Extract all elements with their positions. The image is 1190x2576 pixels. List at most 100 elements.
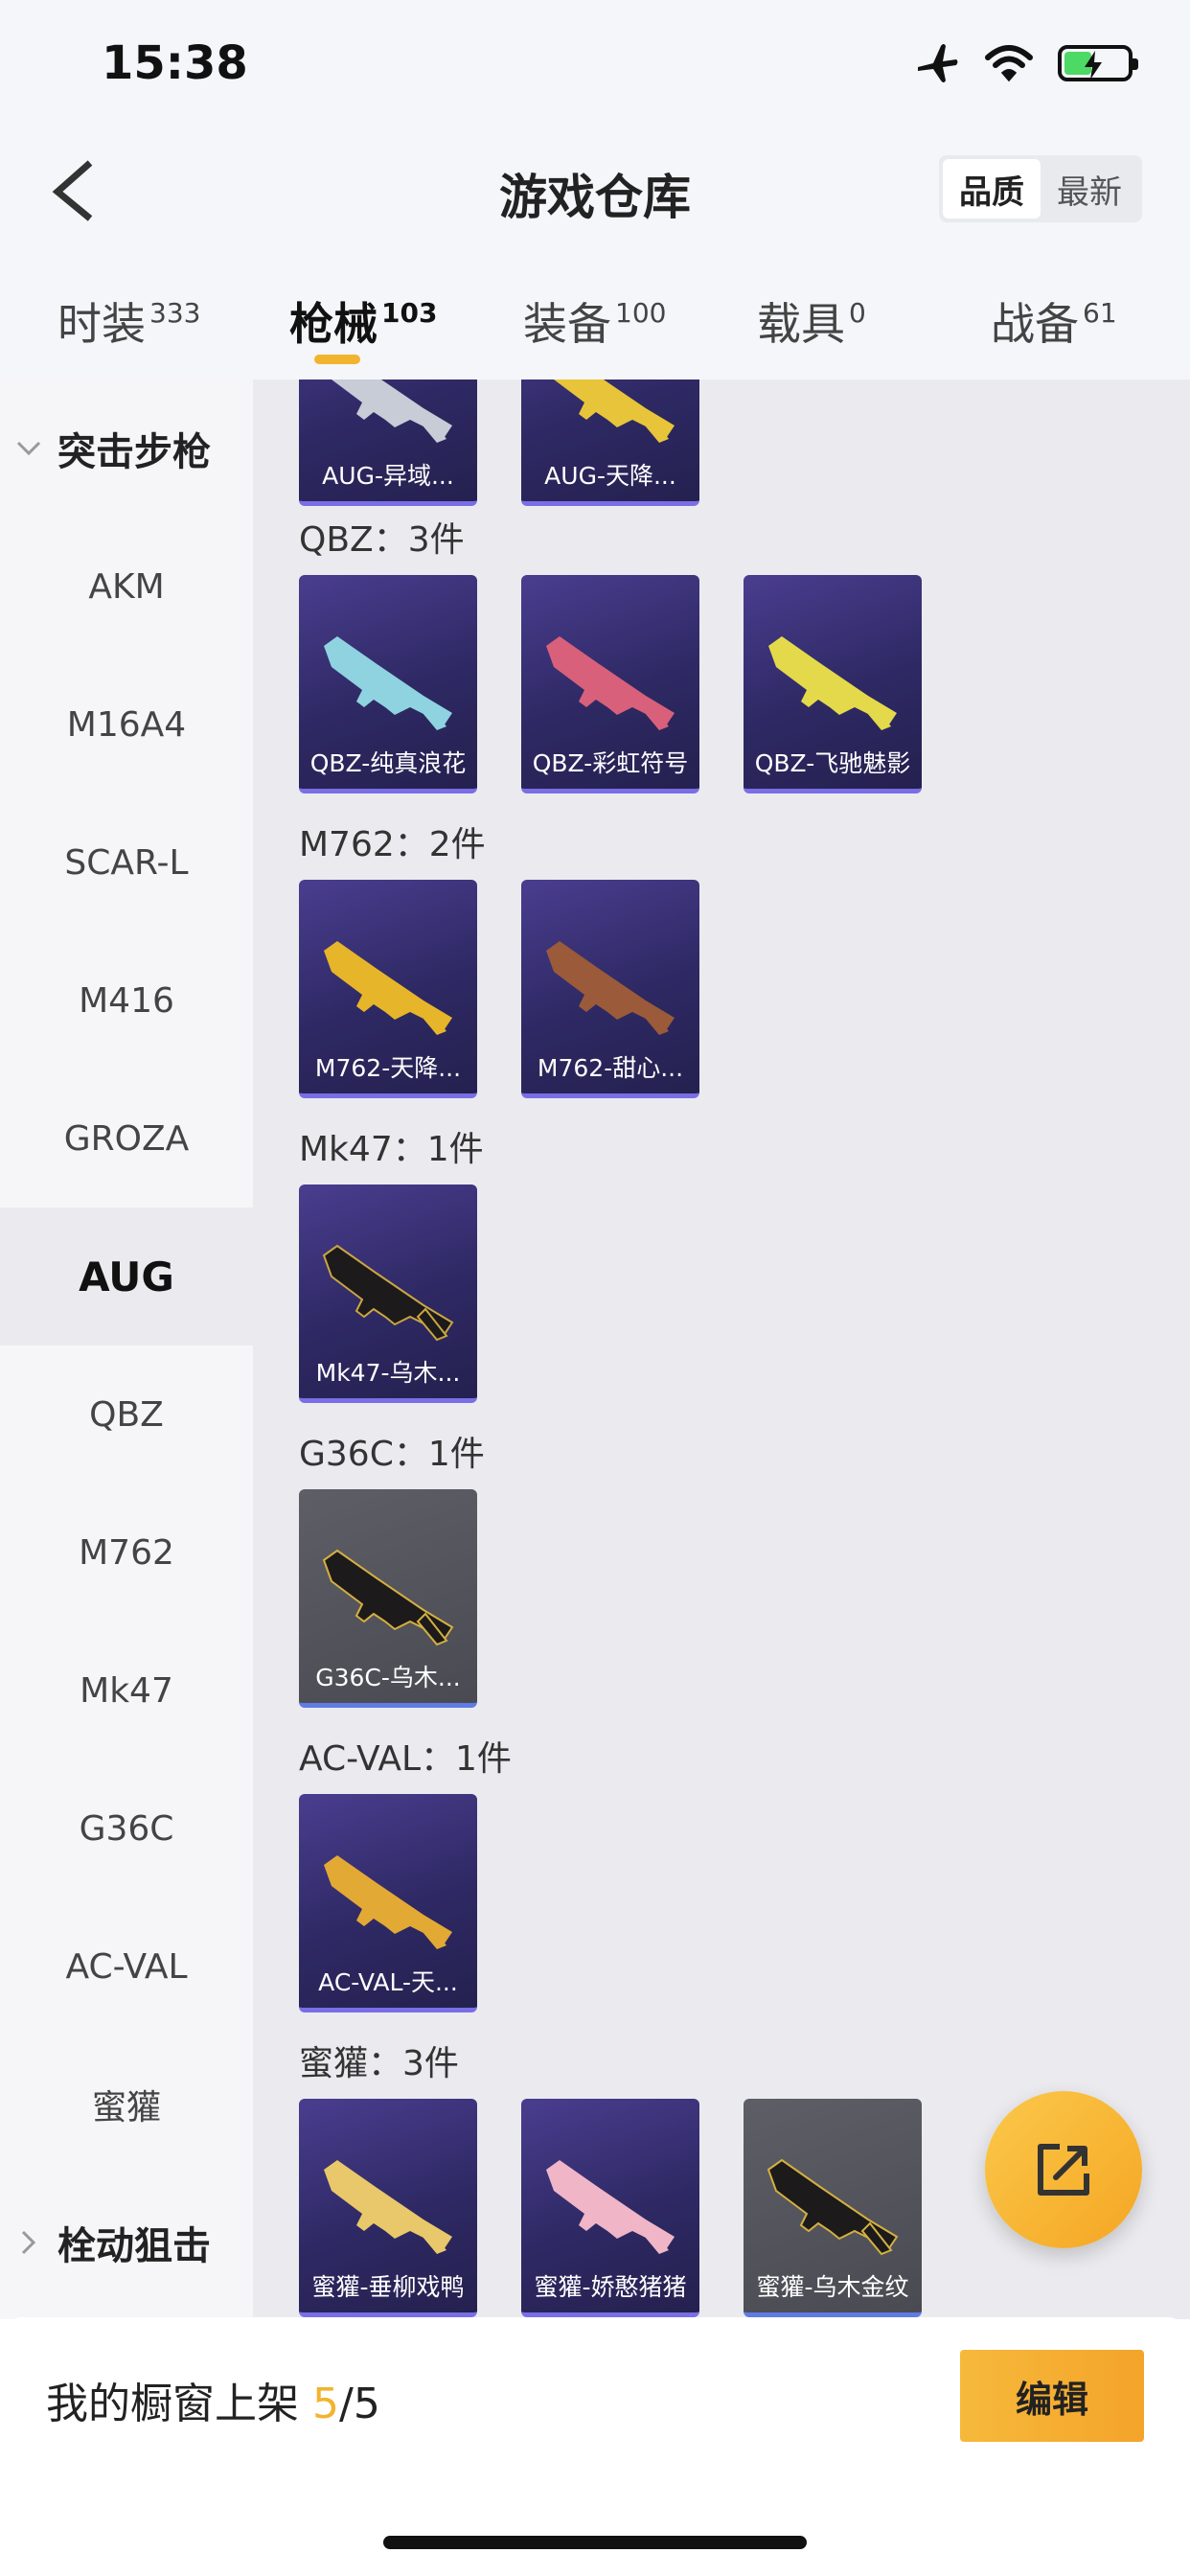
sort-newest-button[interactable]: 最新 — [1041, 159, 1138, 218]
chevron-right-icon — [0, 2230, 57, 2255]
sidebar-item-mk47[interactable]: Mk47 — [0, 1622, 253, 1760]
share-button[interactable] — [985, 2091, 1142, 2248]
back-button[interactable] — [48, 157, 105, 224]
sidebar-item-groza[interactable]: GROZA — [0, 1070, 253, 1208]
tab-label: 时装 — [57, 298, 146, 350]
weapon-card-label: M762-甜心... — [537, 1054, 684, 1082]
edit-button[interactable]: 编辑 — [960, 2350, 1144, 2442]
tab-label: 枪械 — [289, 298, 378, 350]
group-title-m762: M762：2件 — [299, 825, 486, 864]
weapon-card[interactable]: AUG-异域... — [299, 380, 477, 506]
sidebar-category-bolt-action[interactable]: 栓动狙击 — [0, 2174, 253, 2312]
wifi-icon — [985, 45, 1033, 82]
rifle-icon — [546, 380, 675, 443]
nav-header: 游戏仓库 品质 最新 — [0, 125, 1190, 259]
shelf-total: /5 — [339, 2380, 380, 2428]
group-title-honey-badger: 蜜獾：3件 — [299, 2044, 459, 2083]
sidebar-item-scar-l[interactable]: SCAR-L — [0, 794, 253, 932]
rifle-icon — [323, 1245, 453, 1341]
sidebar-item-aug[interactable]: AUG — [0, 1208, 253, 1346]
status-bar: 15:38 — [0, 0, 1190, 125]
weapon-card-label: Mk47-乌木... — [315, 1359, 461, 1387]
weapon-card[interactable]: G36C-乌木... — [299, 1489, 477, 1708]
tab-weapons[interactable]: 枪械 103 — [289, 289, 437, 353]
weapon-card-label: G36C-乌木... — [315, 1664, 461, 1691]
battery-icon — [1058, 45, 1138, 81]
rifle-icon — [324, 1855, 452, 1949]
tab-supplies[interactable]: 战备 61 — [991, 289, 1117, 353]
tab-count: 103 — [381, 297, 438, 329]
sidebar-category-assault-rifle[interactable]: 突击步枪 — [0, 380, 253, 518]
tab-label: 载具 — [757, 298, 845, 350]
chevron-down-icon — [0, 441, 57, 456]
status-icons — [914, 42, 1138, 84]
weapon-card-label: QBZ-彩虹符号 — [532, 749, 689, 777]
rifle-icon — [324, 941, 452, 1035]
sidebar-item-qbz[interactable]: QBZ — [0, 1346, 253, 1484]
rifle-icon — [546, 636, 675, 730]
weapon-card[interactable]: QBZ-纯真浪花 — [299, 575, 477, 794]
sidebar-item-m16a4[interactable]: M16A4 — [0, 656, 253, 794]
share-icon — [1038, 2144, 1089, 2196]
weapon-card-label: AC-VAL-天... — [318, 1968, 458, 1996]
chevron-left-icon — [52, 160, 93, 221]
tab-count: 0 — [849, 297, 866, 329]
sort-toggle: 品质 最新 — [939, 155, 1142, 222]
weapon-card-label: 蜜獾-垂柳戏鸭 — [311, 2273, 465, 2301]
weapon-card-label: AUG-天降... — [544, 462, 676, 490]
tab-count: 61 — [1083, 297, 1117, 329]
active-tab-indicator — [314, 355, 360, 364]
weapon-card-label: 蜜獾-乌木金纹 — [756, 2273, 909, 2301]
category-tabs: 时装 333 枪械 103 装备 100 载具 0 战备 61 — [0, 259, 1190, 380]
weapon-card[interactable]: AC-VAL-天... — [299, 1794, 477, 2012]
group-title-qbz: QBZ：3件 — [299, 520, 465, 560]
weapon-card[interactable]: M762-天降... — [299, 880, 477, 1098]
tab-vehicles[interactable]: 载具 0 — [757, 289, 866, 353]
weapon-grid: AUG-异域... AUG-天降... QBZ：3件 QBZ-纯真浪花 QBZ-… — [253, 380, 1190, 2319]
rifle-icon — [546, 941, 675, 1035]
sidebar-item-m762[interactable]: M762 — [0, 1484, 253, 1622]
sidebar-item-honey-badger[interactable]: 蜜獾 — [0, 2036, 253, 2174]
sidebar-item-g36c[interactable]: G36C — [0, 1760, 253, 1898]
tab-count: 333 — [149, 297, 201, 329]
weapon-card[interactable]: 蜜獾-垂柳戏鸭 — [299, 2099, 477, 2317]
weapon-card[interactable]: M762-甜心... — [521, 880, 699, 1098]
weapon-card[interactable]: AUG-天降... — [521, 380, 699, 506]
rifle-icon — [324, 380, 452, 443]
bottom-bar: 我的橱窗上架 5/5 编辑 — [0, 2317, 1190, 2576]
rifle-icon — [324, 2160, 452, 2254]
rifle-icon — [546, 2160, 675, 2254]
weapon-card-label: M762-天降... — [314, 1054, 462, 1082]
airplane-icon — [918, 44, 958, 82]
sort-quality-button[interactable]: 品质 — [943, 159, 1041, 218]
tab-label: 装备 — [523, 298, 611, 350]
sidebar-item-ac-val[interactable]: AC-VAL — [0, 1898, 253, 2036]
group-title-mk47: Mk47：1件 — [299, 1130, 484, 1169]
shelf-label: 我的橱窗上架 — [46, 2380, 312, 2428]
weapon-card-label: QBZ-纯真浪花 — [309, 749, 467, 777]
weapon-card-label: 蜜獾-娇憨猪猪 — [534, 2273, 687, 2301]
weapon-sidebar: 突击步枪 AKM M16A4 SCAR-L M416 GROZA AUG QBZ… — [0, 380, 253, 2319]
weapon-card[interactable]: 蜜獾-娇憨猪猪 — [521, 2099, 699, 2317]
shelf-status: 我的橱窗上架 5/5 — [46, 2369, 380, 2430]
group-title-ac-val: AC-VAL：1件 — [299, 1739, 512, 1779]
weapon-card[interactable]: QBZ-彩虹符号 — [521, 575, 699, 794]
rifle-icon — [324, 636, 452, 730]
weapon-card-label: QBZ-飞驰魅影 — [754, 749, 911, 777]
rifle-icon — [767, 2159, 898, 2255]
weapon-card[interactable]: QBZ-飞驰魅影 — [744, 575, 922, 794]
tab-count: 100 — [615, 297, 667, 329]
rifle-icon — [768, 636, 897, 730]
tab-equipment[interactable]: 装备 100 — [523, 289, 666, 353]
sidebar-item-m416[interactable]: M416 — [0, 932, 253, 1070]
group-title-g36c: G36C：1件 — [299, 1435, 485, 1474]
home-indicator — [383, 2536, 807, 2549]
tab-label: 战备 — [991, 298, 1079, 350]
sidebar-category-label: 栓动狙击 — [57, 2224, 211, 2268]
status-time: 15:38 — [102, 36, 248, 90]
sidebar-item-akm[interactable]: AKM — [0, 518, 253, 656]
weapon-card[interactable]: 蜜獾-乌木金纹 — [744, 2099, 922, 2317]
weapon-card[interactable]: Mk47-乌木... — [299, 1184, 477, 1403]
tab-fashion[interactable]: 时装 333 — [57, 289, 200, 353]
weapon-card-label: AUG-异域... — [322, 462, 454, 490]
